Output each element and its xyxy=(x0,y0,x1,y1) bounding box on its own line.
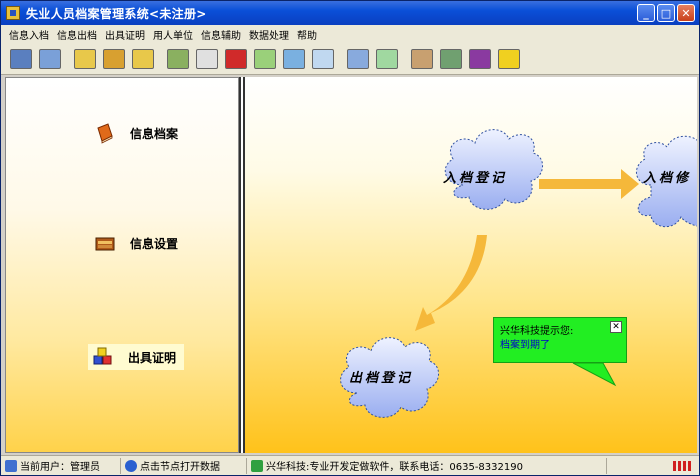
help-book-icon xyxy=(469,48,491,69)
nav-item-label: 出具证明 xyxy=(128,350,177,365)
reminder-tooltip: 兴华科技提示您: 档案到期了 ✕ xyxy=(493,317,627,363)
status-user-text: 当前用户：管理员 xyxy=(20,462,100,473)
toolbar-button-money[interactable] xyxy=(373,45,401,73)
cabinet-icon xyxy=(95,237,115,251)
toolbar-button-monitor[interactable] xyxy=(7,45,35,73)
toolbar-button-folder[interactable] xyxy=(129,45,157,73)
menu-data-process[interactable]: 数据处理 xyxy=(245,27,293,42)
status-hint-text: 点击节点打开数据 xyxy=(140,462,220,473)
toolbar xyxy=(1,43,699,75)
info-icon xyxy=(125,459,137,472)
menu-certificate[interactable]: 出具证明 xyxy=(101,27,149,42)
user-icon xyxy=(5,459,17,472)
toolbar-button-folders[interactable] xyxy=(100,45,128,73)
picture-icon xyxy=(411,48,433,69)
folder-icon xyxy=(132,48,154,69)
magnifier-icon xyxy=(312,48,334,69)
notebook-icon xyxy=(254,48,276,69)
bell-icon xyxy=(347,48,369,69)
nav-item-info-settings[interactable]: 信息设置 xyxy=(94,232,178,254)
search-doc-icon xyxy=(283,48,305,69)
toolbar-button-notebook[interactable] xyxy=(251,45,279,73)
status-hint: 点击节点打开数据 xyxy=(121,457,247,474)
folder-open-icon xyxy=(74,48,96,69)
tooltip-title: 兴华科技提示您: xyxy=(500,326,574,337)
toolbar-button-transfer[interactable] xyxy=(193,45,221,73)
toolbar-button-bell[interactable] xyxy=(344,45,372,73)
toolbar-button-help[interactable] xyxy=(466,45,494,73)
title-bar[interactable]: 失业人员档案管理系统<未注册> _ □ ✕ xyxy=(1,1,699,25)
umbrella-icon xyxy=(225,48,247,69)
left-nav-pane: 信息档案 信息设置 出具证明 xyxy=(5,77,239,453)
screen-icon xyxy=(39,48,61,69)
flow-arrow-down xyxy=(415,235,487,331)
toolbar-button-picture[interactable] xyxy=(408,45,436,73)
flow-node-label: 出档登记 xyxy=(349,371,414,386)
tooltip-message[interactable]: 档案到期了 xyxy=(500,336,550,351)
main-window: 失业人员档案管理系统<未注册> _ □ ✕ 信息入档 信息出档 出具证明 用人单… xyxy=(0,0,700,476)
nav-item-label: 信息档案 xyxy=(130,126,179,141)
folders-icon xyxy=(103,48,125,69)
toolbar-button-exit[interactable] xyxy=(495,45,523,73)
toolbar-button-magnifier[interactable] xyxy=(309,45,337,73)
close-button[interactable]: ✕ xyxy=(677,4,695,22)
toolbar-button-screen[interactable] xyxy=(36,45,64,73)
flow-node-label: 入档登记 xyxy=(443,171,508,186)
toolbar-button-scroll[interactable] xyxy=(164,45,192,73)
toolbar-button-folder-open[interactable] xyxy=(71,45,99,73)
nav-item-info-archive[interactable]: 信息档案 xyxy=(94,122,178,144)
company-icon xyxy=(251,459,263,472)
nav-item-certificate[interactable]: 出具证明 xyxy=(88,344,185,370)
maximize-button[interactable]: □ xyxy=(657,4,675,22)
pda-icon xyxy=(440,48,462,69)
book-icon xyxy=(97,123,113,144)
money-icon xyxy=(376,48,398,69)
nav-item-label: 信息设置 xyxy=(130,236,179,251)
flow-canvas: 入档登记 入档修 出档登记 兴华科技提示您: 档案到期了 ✕ xyxy=(245,77,697,453)
status-user: 当前用户：管理员 xyxy=(1,457,121,474)
tooltip-close-button[interactable]: ✕ xyxy=(610,321,622,333)
toolbar-button-pda[interactable] xyxy=(437,45,465,73)
flow-node-label: 入档修 xyxy=(643,171,692,186)
menu-info-aux[interactable]: 信息辅助 xyxy=(197,27,245,42)
menu-info-in[interactable]: 信息入档 xyxy=(5,27,53,42)
window-title: 失业人员档案管理系统<未注册> xyxy=(26,6,207,21)
monitor-icon xyxy=(10,48,32,69)
status-company: 兴华科技:专业开发定做软件，联系电话：0635-8332190 xyxy=(247,457,607,474)
toolbar-button-umbrella[interactable] xyxy=(222,45,250,73)
transfer-icon xyxy=(196,48,218,69)
status-company-text: 兴华科技:专业开发定做软件，联系电话：0635-8332190 xyxy=(266,462,523,473)
exit-runner-icon xyxy=(498,48,520,69)
blocks-icon xyxy=(93,347,112,365)
flow-arrow-right xyxy=(539,169,639,199)
flow-diagram xyxy=(340,129,697,418)
menu-help[interactable]: 帮助 xyxy=(293,27,321,42)
status-bar: 当前用户：管理员 点击节点打开数据 兴华科技:专业开发定做软件，联系电话：063… xyxy=(1,455,699,475)
app-icon xyxy=(6,6,20,20)
activity-icon xyxy=(673,460,693,471)
toolbar-button-search-doc[interactable] xyxy=(280,45,308,73)
menu-info-out[interactable]: 信息出档 xyxy=(53,27,101,42)
status-indicator xyxy=(607,458,697,474)
menu-bar: 信息入档 信息出档 出具证明 用人单位 信息辅助 数据处理 帮助 xyxy=(1,25,699,43)
minimize-button[interactable]: _ xyxy=(637,4,655,22)
scroll-icon xyxy=(167,48,189,69)
menu-employer[interactable]: 用人单位 xyxy=(149,27,197,42)
tooltip-pointer xyxy=(572,363,617,387)
